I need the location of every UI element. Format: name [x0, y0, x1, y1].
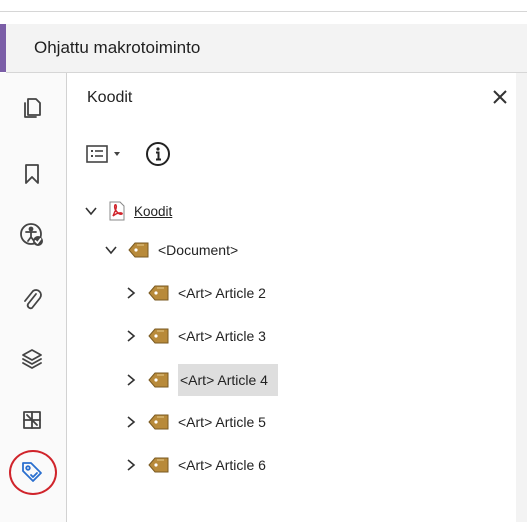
tag-icon	[148, 284, 170, 302]
paperclip-icon	[24, 289, 42, 310]
chevron-right-icon[interactable]	[124, 415, 138, 429]
sidebar-item-layers[interactable]	[14, 342, 50, 376]
tree-article-row[interactable]: <Art> Article 2	[124, 277, 266, 309]
chevron-down-icon[interactable]	[104, 243, 118, 257]
chevron-right-icon[interactable]	[124, 458, 138, 472]
window-top-border	[0, 11, 527, 12]
chevron-right-icon[interactable]	[124, 286, 138, 300]
sidebar-item-pages[interactable]	[14, 90, 50, 124]
sidebar-item-content[interactable]	[14, 403, 50, 437]
tree-article-label: <Art> Article 3	[178, 328, 266, 344]
sidebar-item-bookmarks[interactable]	[14, 157, 50, 191]
sidebar-item-accessibility[interactable]	[14, 218, 50, 252]
tag-icon	[148, 413, 170, 431]
close-button[interactable]	[489, 86, 511, 108]
content-icon	[23, 411, 41, 429]
pdf-icon	[108, 201, 126, 221]
tree-document-label: <Document>	[158, 242, 239, 258]
tree-article-row-selected[interactable]: <Art> Article 4	[124, 364, 278, 396]
close-icon	[493, 90, 507, 104]
tree-article-label: <Art> Article 4	[178, 364, 278, 396]
tree-article-row[interactable]: <Art> Article 6	[124, 449, 266, 481]
sidebar-item-attachments[interactable]	[14, 283, 50, 317]
tree-root-label: Koodit	[134, 203, 173, 219]
panel-edge	[516, 73, 527, 522]
tree-article-label: <Art> Article 5	[178, 414, 266, 430]
accessibility-check-icon	[20, 223, 43, 246]
tag-icon	[128, 241, 150, 259]
tree-root-row[interactable]: Koodit	[84, 195, 172, 227]
chevron-down-icon[interactable]	[84, 204, 98, 218]
layers-icon	[22, 349, 42, 369]
page-title: Ohjattu makrotoiminto	[34, 38, 201, 57]
options-icon	[86, 145, 108, 163]
bookmark-icon	[25, 164, 39, 184]
tree-article-row[interactable]: <Art> Article 5	[124, 406, 266, 438]
tree-article-label: <Art> Article 2	[178, 285, 266, 301]
info-icon	[146, 142, 170, 166]
panel-title: Koodit	[87, 89, 133, 106]
options-menu-button[interactable]	[86, 141, 132, 167]
tree-document-row[interactable]: <Document>	[104, 234, 238, 266]
tag-icon	[22, 462, 42, 482]
chevron-down-icon	[114, 152, 120, 156]
header-accent	[0, 24, 6, 72]
tag-icon	[148, 456, 170, 474]
sidebar-item-tags[interactable]	[14, 455, 50, 489]
chevron-right-icon[interactable]	[124, 373, 138, 387]
tag-icon	[148, 371, 170, 389]
chevron-right-icon[interactable]	[124, 329, 138, 343]
tag-icon	[148, 327, 170, 345]
tree-article-row[interactable]: <Art> Article 3	[124, 320, 266, 352]
info-button[interactable]	[145, 141, 171, 167]
tree-article-label: <Art> Article 6	[178, 457, 266, 473]
pages-icon	[24, 98, 41, 118]
